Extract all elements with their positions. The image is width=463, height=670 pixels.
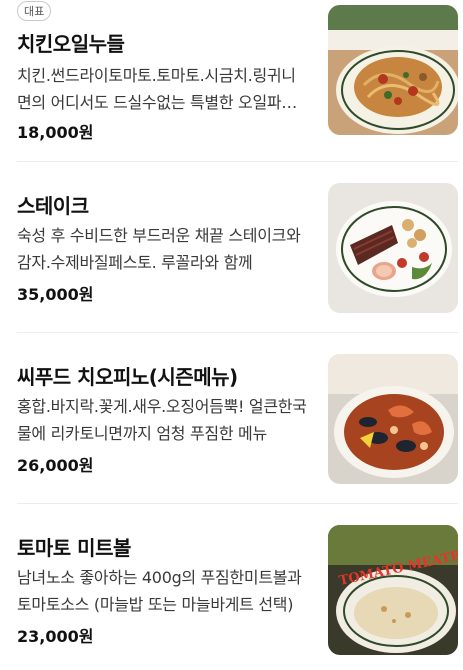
menu-item-description: 치킨.썬드라이토마토.토마토.시금치.링귀니면의 어디서도 드실수없는 특별한 … bbox=[17, 66, 296, 112]
menu-item-description: 숙성 후 수비드한 부드러운 채끝 스테이크와 감자.수제바질페스토. 루꼴라와… bbox=[17, 226, 301, 272]
plate-icon: TOMATO MEATBALLS bbox=[328, 525, 458, 655]
menu-item-name: 토마토 미트볼 bbox=[17, 536, 131, 560]
menu-item-price: 35,000원 bbox=[17, 285, 94, 304]
menu-item-price: 18,000원 bbox=[17, 123, 94, 142]
menu-item-description: 홍합.바지락.꽃게.새우.오징어듬뿍! 얼큰한국물에 리카토니면까지 엄청 푸짐… bbox=[17, 397, 307, 443]
divider bbox=[17, 332, 458, 333]
plate-icon bbox=[328, 183, 458, 313]
menu-list: 대표 치킨오일누들 치킨.썬드라이토마토.토마토.시금치.링귀니면의 어디서도 … bbox=[0, 0, 463, 670]
menu-item-name: 스테이크 bbox=[17, 194, 89, 218]
menu-item-seafood-cioppino[interactable]: 씨푸드 치오피노(시즌메뉴) 홍합.바지락.꽃게.새우.오징어듬뿍! 얼큰한국물… bbox=[0, 342, 463, 513]
menu-item-photo[interactable]: TOMATO MEATBALLS bbox=[328, 525, 458, 655]
divider bbox=[17, 161, 458, 162]
menu-item-steak[interactable]: 스테이크 숙성 후 수비드한 부드러운 채끝 스테이크와 감자.수제바질페스토.… bbox=[0, 171, 463, 342]
signature-badge: 대표 bbox=[17, 1, 52, 21]
menu-item-description: 남녀노소 좋아하는 400g의 푸짐한미트볼과 토마토소스 (마늘밥 또는 마늘… bbox=[17, 568, 302, 614]
menu-item-name: 치킨오일누들 bbox=[17, 32, 125, 56]
menu-item-price: 23,000원 bbox=[17, 627, 94, 646]
menu-item-price: 26,000원 bbox=[17, 456, 94, 475]
plate-icon bbox=[328, 354, 458, 484]
menu-item-name: 씨푸드 치오피노(시즌메뉴) bbox=[17, 365, 238, 389]
menu-item-photo[interactable] bbox=[328, 5, 458, 135]
menu-item-tomato-meatball[interactable]: 토마토 미트볼 남녀노소 좋아하는 400g의 푸짐한미트볼과 토마토소스 (마… bbox=[0, 513, 463, 670]
menu-item-photo[interactable] bbox=[328, 183, 458, 313]
divider bbox=[17, 503, 458, 504]
plate-icon bbox=[328, 5, 458, 135]
menu-item-chicken-oil-noodle[interactable]: 대표 치킨오일누들 치킨.썬드라이토마토.토마토.시금치.링귀니면의 어디서도 … bbox=[0, 0, 463, 171]
menu-item-photo[interactable] bbox=[328, 354, 458, 484]
